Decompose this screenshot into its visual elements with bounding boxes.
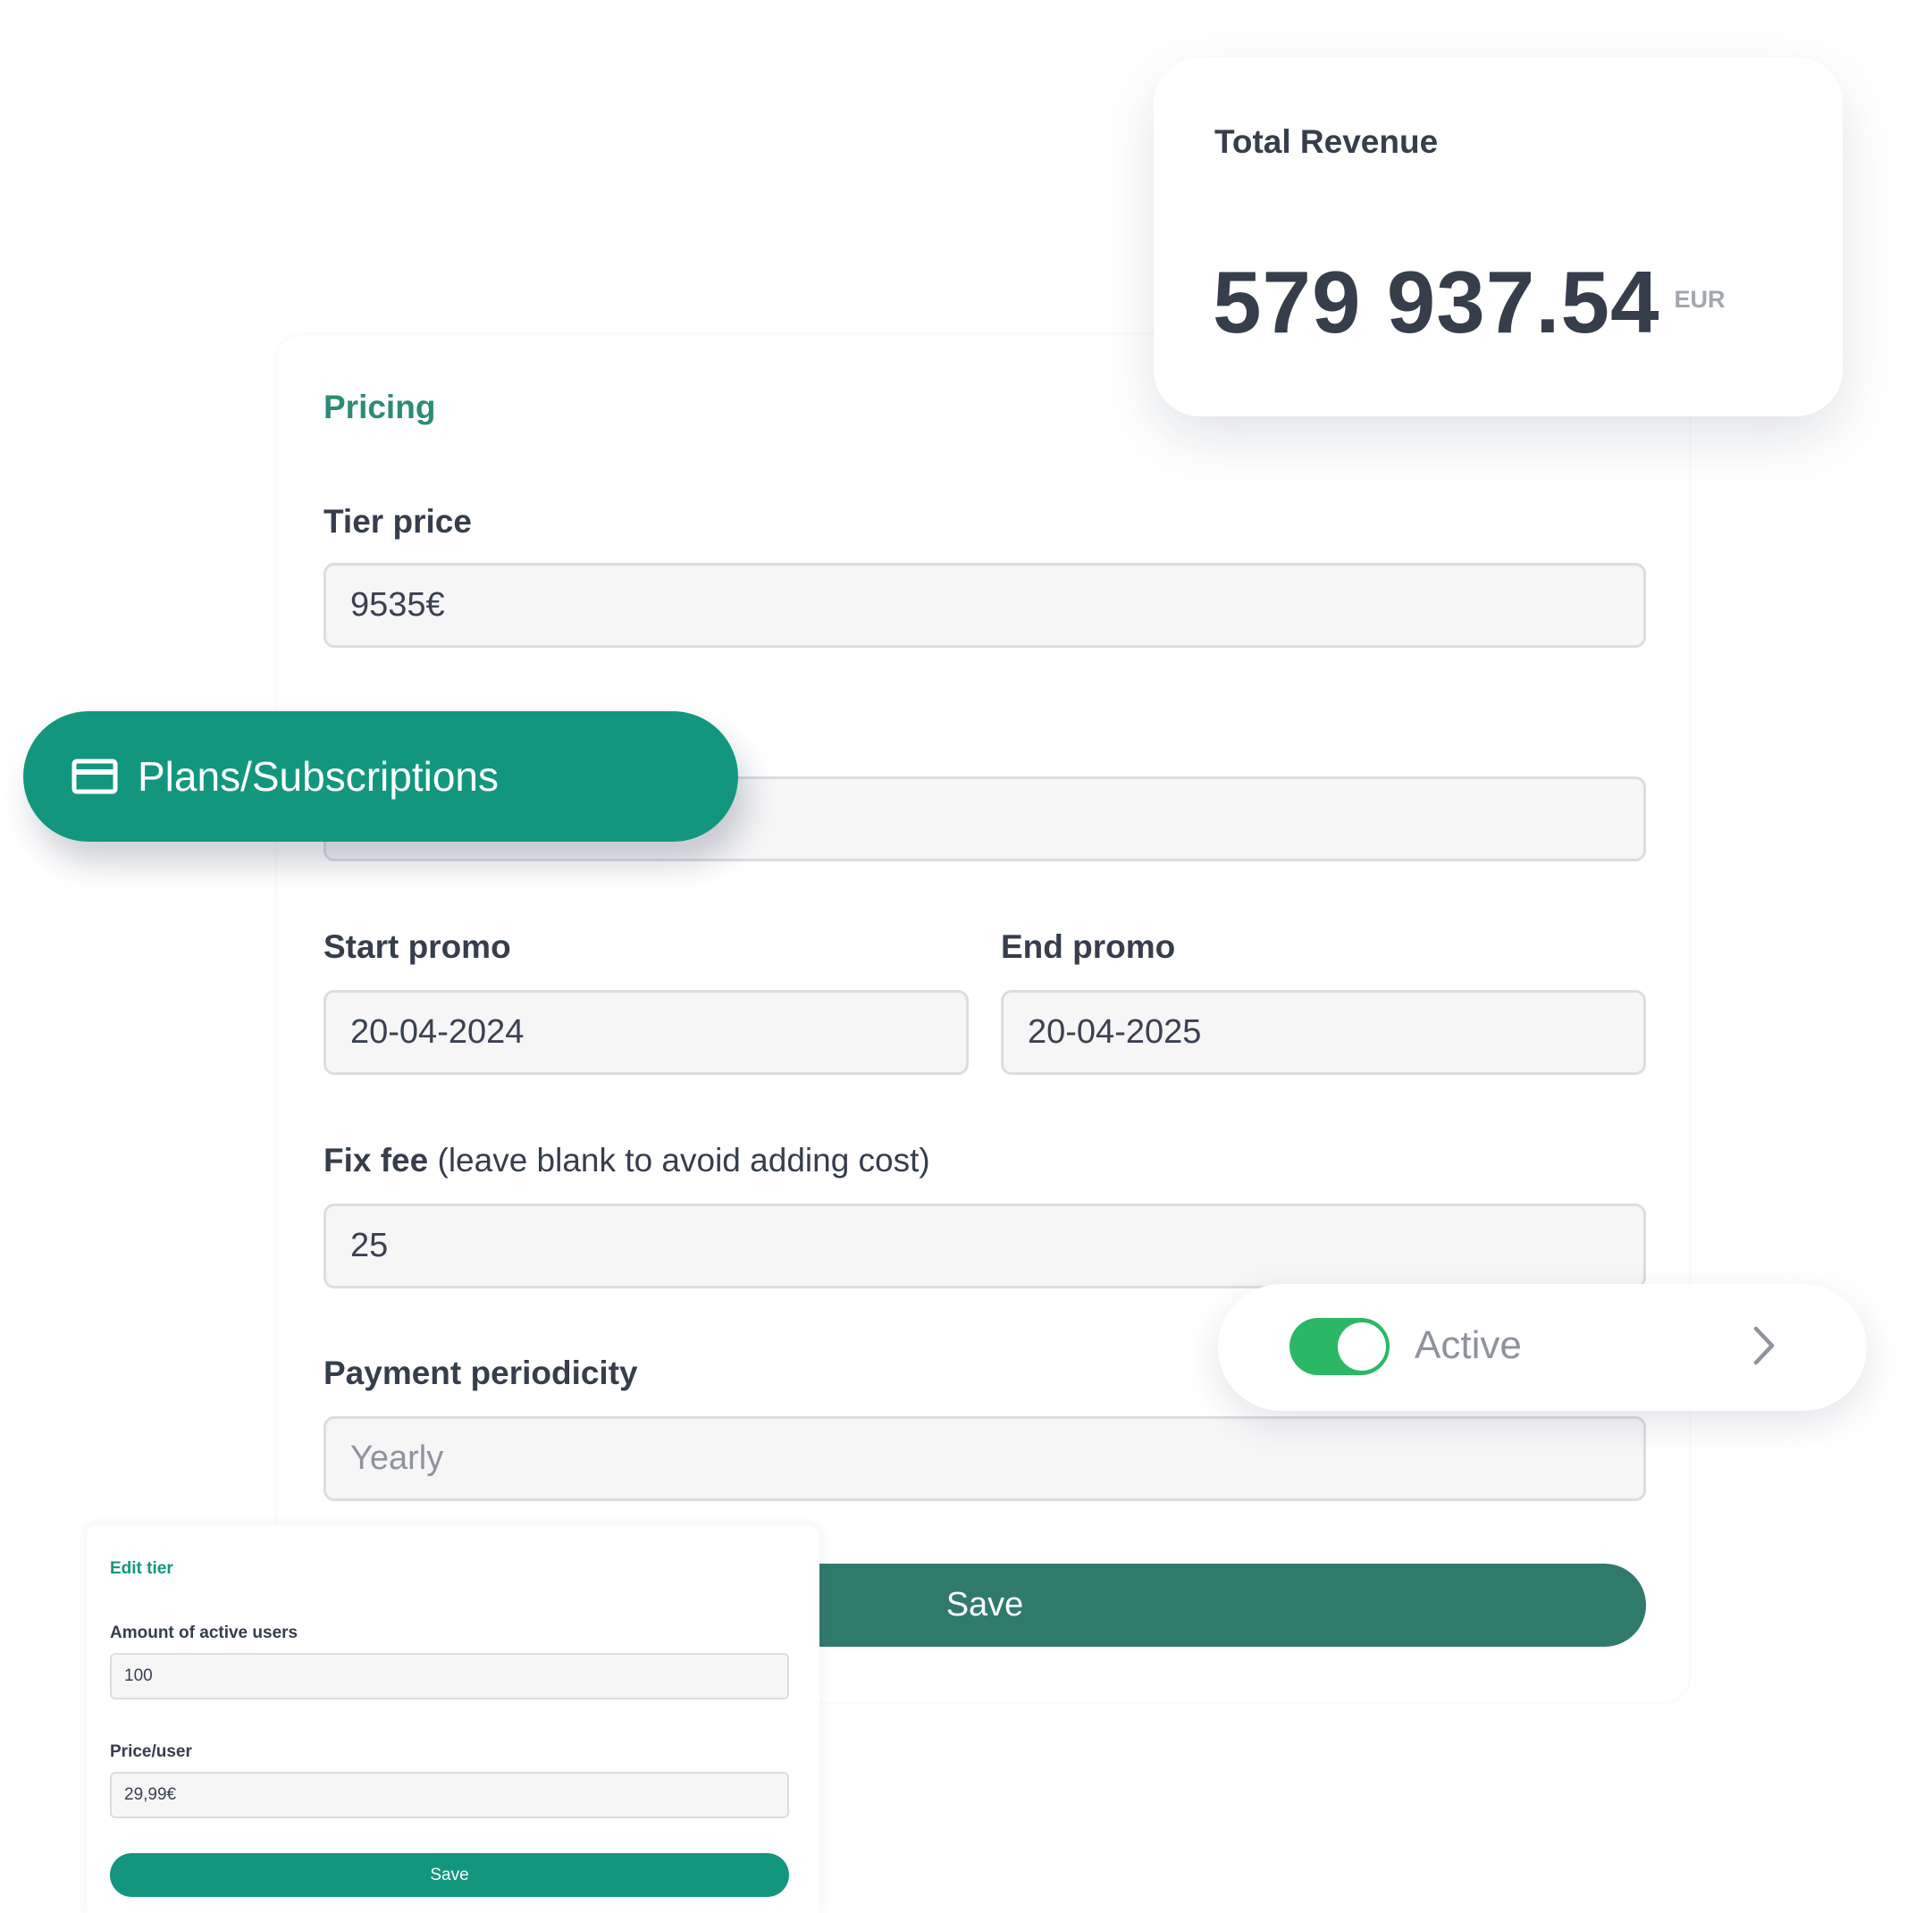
total-revenue-label: Total Revenue [1214, 123, 1439, 160]
end-promo-value: 20-04-2025 [1028, 1013, 1202, 1051]
active-users-value: 100 [124, 1666, 153, 1685]
toggle-knob [1338, 1322, 1386, 1371]
plans-subscriptions-label: Plans/Subscriptions [138, 753, 499, 800]
edit-tier-title: Edit tier [110, 1559, 173, 1578]
periodicity-select[interactable]: Yearly [323, 1416, 1646, 1501]
chevron-right-icon[interactable] [1751, 1323, 1777, 1372]
nav-plans-subscriptions[interactable]: Plans/Subscriptions [23, 711, 738, 842]
active-label: Active [1415, 1323, 1522, 1367]
active-users-input[interactable]: 100 [110, 1653, 789, 1699]
active-users-label: Amount of active users [110, 1624, 298, 1642]
start-promo-input[interactable]: 20-04-2024 [323, 990, 969, 1075]
price-per-user-value: 29,99€ [124, 1785, 177, 1804]
active-status-card[interactable]: Active [1218, 1284, 1867, 1411]
price-per-user-input[interactable]: 29,99€ [110, 1772, 789, 1818]
credit-card-icon [71, 759, 118, 794]
end-promo-input[interactable]: 20-04-2025 [1001, 990, 1646, 1075]
fix-fee-input[interactable]: 25 [323, 1204, 1646, 1288]
start-promo-label: Start promo [323, 928, 511, 965]
total-revenue-amount-row: 579 937.54 EUR [1213, 252, 1726, 353]
periodicity-label: Payment periodicity [323, 1355, 638, 1391]
total-revenue-amount: 579 937.54 [1213, 253, 1660, 351]
end-promo-label: End promo [1001, 928, 1176, 965]
pricing-title: Pricing [323, 389, 436, 425]
fix-fee-label-text: Fix fee [323, 1142, 429, 1179]
fix-fee-hint: (leave blank to avoid adding cost) [437, 1142, 930, 1179]
active-toggle[interactable] [1289, 1318, 1390, 1375]
periodicity-placeholder: Yearly [350, 1439, 444, 1477]
pricing-card: Pricing Tier price 9535€ Start promo 20-… [277, 335, 1689, 1702]
start-promo-value: 20-04-2024 [350, 1013, 525, 1051]
tier-price-label: Tier price [323, 503, 472, 540]
tier-price-input[interactable]: 9535€ [323, 563, 1646, 648]
total-revenue-currency: EUR [1674, 286, 1726, 313]
fix-fee-label: Fix fee (leave blank to avoid adding cos… [323, 1142, 930, 1179]
edit-tier-save-button[interactable]: Save [110, 1853, 789, 1897]
fix-fee-value: 25 [350, 1227, 389, 1264]
tier-price-value: 9535€ [350, 586, 445, 624]
price-per-user-label: Price/user [110, 1742, 192, 1761]
edit-tier-card: Edit tier Amount of active users 100 Pri… [87, 1525, 819, 1913]
total-revenue-card: Total Revenue 579 937.54 EUR [1154, 57, 1843, 416]
